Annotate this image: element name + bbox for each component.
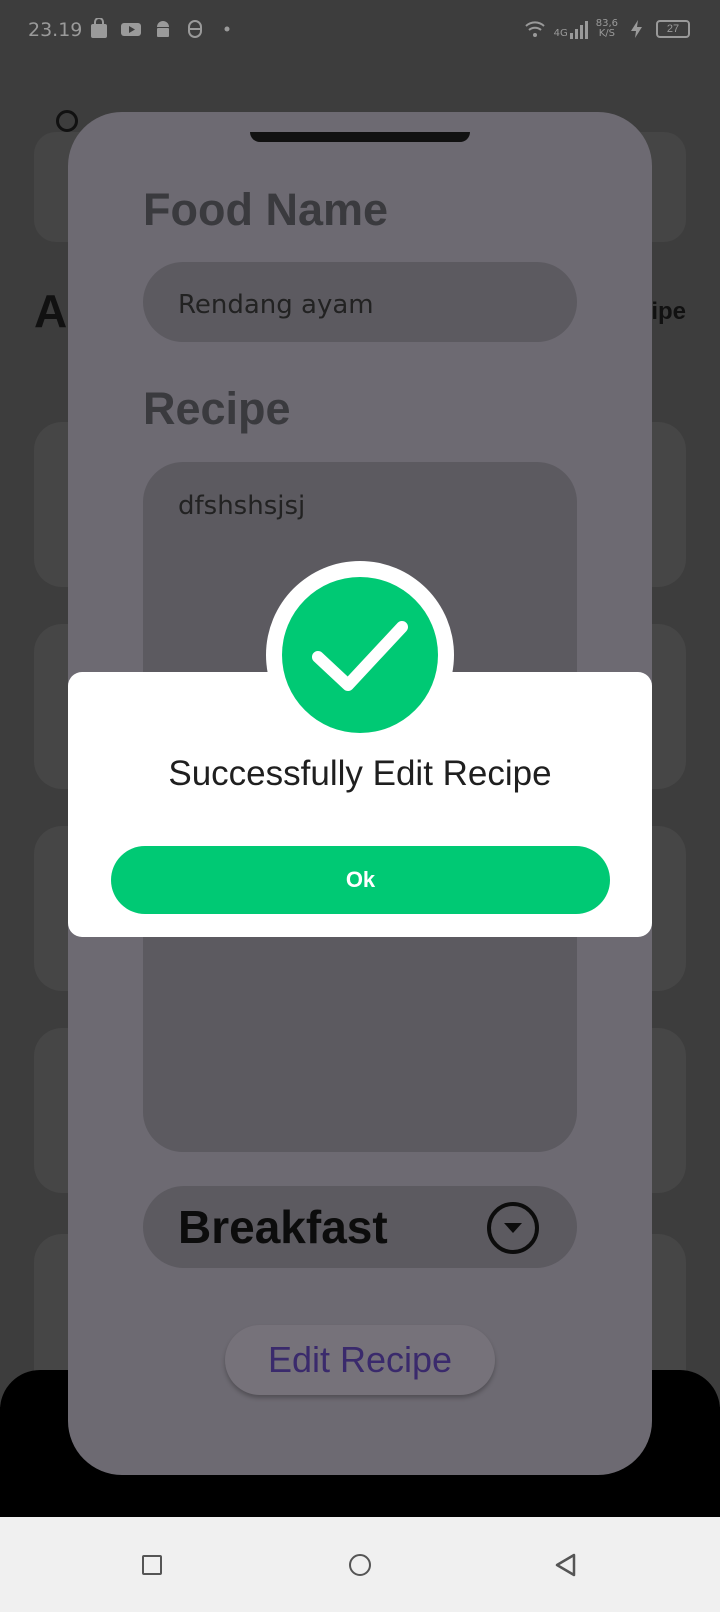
- edit-recipe-button[interactable]: Edit Recipe: [225, 1325, 495, 1395]
- recents-icon[interactable]: [142, 1555, 162, 1575]
- shopping-bag-icon: [91, 18, 107, 38]
- category-value[interactable]: Breakfast: [178, 1200, 388, 1254]
- food-name-value[interactable]: Rendang ayam: [178, 290, 374, 320]
- recipe-label: Recipe: [143, 383, 291, 434]
- wifi-icon: [524, 21, 545, 37]
- network-speed-unit: K/S: [598, 28, 615, 39]
- dialog-message: Successfully Edit Recipe: [168, 754, 552, 793]
- food-name-label: Food Name: [143, 184, 389, 235]
- android-icon: [157, 21, 169, 37]
- network-speed: 83,6 K/S: [596, 19, 618, 39]
- back-icon[interactable]: [554, 1553, 578, 1577]
- check-mark-icon: [312, 621, 408, 691]
- search-icon: [56, 110, 78, 132]
- system-status-icons: 4G 83,6 K/S 27: [524, 18, 690, 40]
- background-heading-right: ipe: [651, 298, 686, 325]
- youtube-icon: [121, 23, 141, 36]
- signal-group: 4G: [554, 19, 588, 39]
- background-heading: A: [34, 285, 68, 337]
- more-notifications-dot-icon: [224, 26, 230, 32]
- dropdown-arrow-icon[interactable]: [487, 1202, 539, 1254]
- home-icon[interactable]: [349, 1554, 371, 1576]
- recipe-value[interactable]: dfshshsjsj: [178, 491, 305, 521]
- status-bar: 23.19 4G 83,6 K/S 27: [0, 0, 720, 62]
- app-notification-icon: [188, 20, 202, 38]
- success-check-icon: [282, 577, 438, 733]
- status-time: 23.19: [28, 19, 83, 41]
- battery-icon: 27: [656, 20, 690, 38]
- ok-button[interactable]: Ok: [111, 846, 610, 914]
- network-type: 4G: [553, 28, 568, 39]
- charging-icon: [631, 20, 642, 38]
- signal-icon: [569, 21, 588, 39]
- notification-icons: [88, 18, 238, 40]
- sheet-handle[interactable]: [250, 132, 470, 142]
